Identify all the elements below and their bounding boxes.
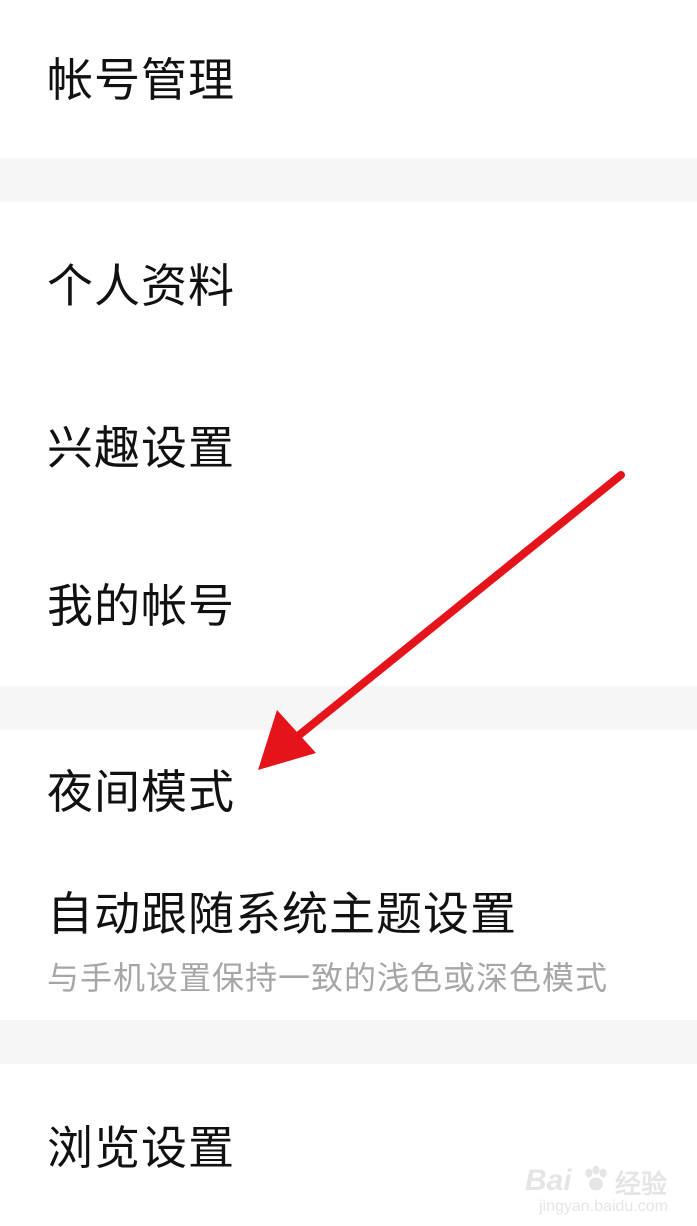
row-label-auto-theme: 自动跟随系统主题设置 bbox=[47, 887, 517, 941]
section-profile: 个人资料 兴趣设置 我的帐号 bbox=[0, 202, 697, 686]
watermark-domain: jingyan.baidu.com bbox=[539, 1198, 668, 1215]
section-account: 帐号管理 bbox=[0, 0, 697, 158]
row-night-mode[interactable]: 夜间模式 bbox=[0, 730, 697, 852]
row-label-profile: 个人资料 bbox=[47, 259, 235, 313]
section-divider bbox=[0, 686, 697, 730]
row-label-account-management: 帐号管理 bbox=[47, 53, 235, 107]
row-label-interest-settings: 兴趣设置 bbox=[47, 421, 235, 475]
row-auto-theme[interactable]: 自动跟随系统主题设置 与手机设置保持一致的浅色或深色模式 bbox=[0, 852, 697, 1020]
row-label-browse-settings: 浏览设置 bbox=[47, 1121, 235, 1175]
watermark-logo: Bai bbox=[525, 1164, 572, 1197]
row-label-my-account: 我的帐号 bbox=[47, 579, 235, 633]
row-subtitle-auto-theme: 与手机设置保持一致的浅色或深色模式 bbox=[47, 959, 609, 997]
row-account-management[interactable]: 帐号管理 bbox=[0, 0, 697, 158]
watermark: Bai 经验 jingyan.baidu.com bbox=[525, 1162, 675, 1218]
section-divider bbox=[0, 1020, 697, 1064]
row-profile[interactable]: 个人资料 bbox=[0, 202, 697, 368]
section-theme: 夜间模式 自动跟随系统主题设置 与手机设置保持一致的浅色或深色模式 bbox=[0, 730, 697, 1020]
section-divider bbox=[0, 158, 697, 202]
row-interest-settings[interactable]: 兴趣设置 bbox=[0, 368, 697, 524]
paw-icon bbox=[585, 1165, 607, 1191]
row-my-account[interactable]: 我的帐号 bbox=[0, 524, 697, 686]
row-label-night-mode: 夜间模式 bbox=[47, 765, 235, 819]
watermark-brand: 经验 bbox=[615, 1170, 668, 1200]
